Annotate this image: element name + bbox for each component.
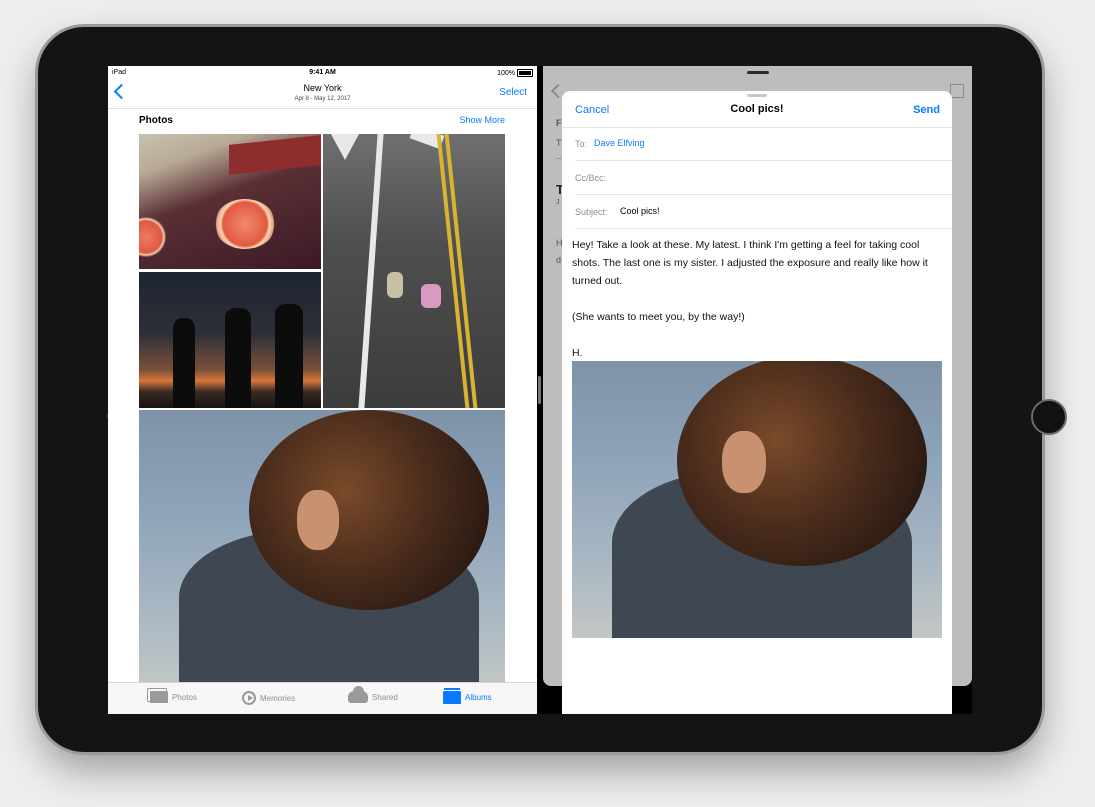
send-button[interactable]: Send: [913, 104, 940, 116]
album-title: New York: [303, 83, 342, 93]
photos-tab-bar: Photos Memories Shared Albums: [108, 682, 537, 714]
albums-icon: [443, 688, 461, 704]
subject-value[interactable]: Cool pics!: [620, 206, 660, 216]
app-grabber[interactable]: [747, 71, 769, 74]
mail-bg-snippet: d: [556, 255, 562, 265]
portrait-hair: [677, 361, 927, 566]
silhouette-figure: [173, 318, 195, 408]
battery-icon: [517, 69, 533, 77]
battery-indicator: 100%: [497, 69, 533, 77]
body-paragraph: (She wants to meet you, by the way!): [572, 311, 745, 323]
clock: 9:41 AM: [309, 69, 336, 76]
subject-label: Subject:: [575, 207, 608, 217]
compose-header: Cancel Cool pics! Send: [562, 91, 952, 128]
silhouette-figure: [275, 304, 303, 408]
photo-portrait[interactable]: [139, 410, 505, 690]
photos-icon: [147, 688, 168, 703]
ipad-screen: iPad 9:41 AM 100% New York Apr 8 - May 1…: [108, 66, 972, 714]
silhouette-figure: [225, 308, 251, 408]
home-button[interactable]: [1031, 399, 1067, 435]
tab-albums[interactable]: Albums: [443, 688, 492, 704]
road-person: [387, 272, 403, 298]
to-field[interactable]: To: Dave Elfving: [575, 127, 952, 161]
photos-app: iPad 9:41 AM 100% New York Apr 8 - May 1…: [108, 66, 537, 714]
to-recipient[interactable]: Dave Elfving: [594, 138, 645, 148]
photos-navbar: New York Apr 8 - May 12, 2017 Select: [108, 80, 537, 109]
tab-label: Photos: [172, 692, 197, 702]
photo-grapefruit-half: [214, 199, 276, 249]
mail-bg-snippet: J: [556, 199, 560, 206]
select-button[interactable]: Select: [499, 87, 527, 98]
mail-compose-sheet: Cancel Cool pics! Send To: Dave Elfving …: [562, 91, 952, 714]
battery-percent: 100%: [497, 69, 515, 77]
photo-silhouettes[interactable]: [139, 272, 321, 408]
body-signature: H.: [572, 347, 583, 359]
photo-road[interactable]: [323, 134, 505, 408]
portrait-face: [297, 490, 339, 550]
attached-photo[interactable]: [572, 361, 942, 638]
mail-bg-snippet: F: [556, 118, 562, 128]
status-bar: iPad 9:41 AM 100%: [108, 66, 537, 80]
compose-title: Cool pics!: [730, 103, 784, 115]
subject-field[interactable]: Subject: Cool pics!: [575, 195, 952, 229]
road-arrow-marking: [331, 134, 359, 160]
album-date-range: Apr 8 - May 12, 2017: [294, 96, 351, 102]
tab-label: Albums: [465, 693, 492, 702]
cc-bcc-label: Cc/Bcc:: [575, 173, 607, 183]
show-more-link[interactable]: Show More: [459, 115, 505, 125]
photo-grapefruit[interactable]: [139, 134, 321, 269]
tab-shared[interactable]: Shared: [348, 686, 398, 703]
tab-memories[interactable]: Memories: [242, 691, 295, 705]
body-paragraph: Hey! Take a look at these. My latest. I …: [572, 239, 928, 287]
portrait-hair: [249, 410, 489, 610]
memories-icon: [242, 691, 256, 705]
tab-photos[interactable]: Photos: [147, 688, 197, 703]
split-view-handle[interactable]: [538, 376, 541, 404]
photos-section-title: Photos: [139, 115, 173, 126]
compose-icon[interactable]: [950, 84, 964, 98]
portrait-face: [722, 431, 766, 493]
cc-bcc-field[interactable]: Cc/Bcc:: [575, 161, 952, 195]
photo-chair-shape: [229, 135, 321, 175]
road-person: [421, 284, 441, 308]
tab-label: Shared: [372, 692, 398, 702]
shared-icon: [348, 686, 368, 703]
to-label: To:: [575, 139, 588, 149]
tab-label: Memories: [260, 693, 296, 703]
road-lane-white: [358, 134, 384, 408]
mail-bg-snippet: T: [556, 138, 562, 148]
photo-grapefruit-slice: [139, 217, 167, 257]
message-body[interactable]: Hey! Take a look at these. My latest. I …: [572, 236, 944, 362]
